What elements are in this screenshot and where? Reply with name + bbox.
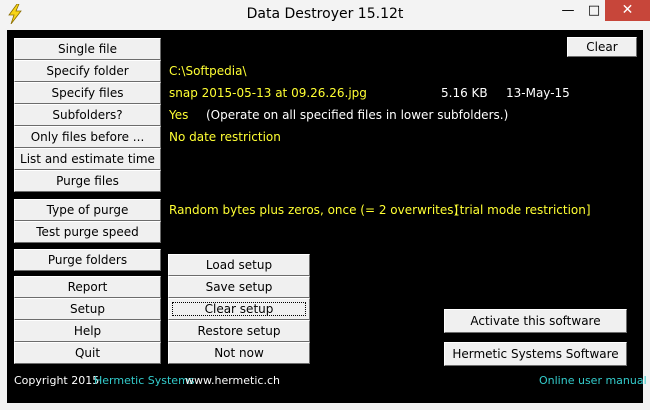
setup-label: Setup [70,302,105,316]
not-now-label: Not now [214,346,264,360]
close-button[interactable]: ✕ [605,0,650,21]
only-files-before-label: Only files before ... [30,130,145,144]
help-label: Help [73,324,102,338]
file-size: 5.16 KB [441,86,488,100]
file-date: 13-May-15 [506,86,570,100]
restore-setup-button[interactable]: Restore setup [168,320,310,342]
title-bar: Data Destroyer 15.12t — □ ✕ [0,0,650,30]
clear-setup-button[interactable]: Clear setup [168,298,310,320]
purge-type: Random bytes plus zeros, once (= 2 overw… [169,203,459,217]
not-now-button[interactable]: Not now [168,342,310,364]
specify-folder-button[interactable]: Specify folder [14,60,161,82]
activate-software-label: Activate this software [470,314,601,328]
copyright-text: Copyright 2015 [14,374,100,387]
minimize-button[interactable]: — [555,0,581,21]
maximize-button[interactable]: □ [581,0,607,21]
help-button[interactable]: Help [14,320,161,342]
single-file-label: Single file [58,42,117,56]
purge-files-label: Purge files [56,174,119,188]
save-setup-button[interactable]: Save setup [168,276,310,298]
specify-files-button[interactable]: Specify files [14,82,161,104]
load-setup-button[interactable]: Load setup [168,254,310,276]
subfolders-label: Subfolders? [52,108,123,122]
purge-folders-label: Purge folders [47,253,128,267]
subfolders-note: (Operate on all specified files in lower… [206,108,509,122]
single-file-button[interactable]: Single file [14,38,161,60]
window-title: Data Destroyer 15.12t [246,6,404,22]
clear-button[interactable]: Clear [567,37,637,57]
load-setup-label: Load setup [205,258,273,272]
test-purge-speed-label: Test purge speed [36,225,139,239]
setup-button[interactable]: Setup [14,298,161,320]
main-panel: Single file Specify folder Specify files… [7,30,647,403]
list-and-estimate-button[interactable]: List and estimate time [14,148,161,170]
test-purge-speed-button[interactable]: Test purge speed [14,221,161,243]
company-link[interactable]: Hermetic Systems [94,373,195,389]
list-and-estimate-label: List and estimate time [20,152,155,166]
report-button[interactable]: Report [14,276,161,298]
file-name: snap 2015-05-13 at 09.26.26.jpg [169,86,367,100]
hermetic-software-label: Hermetic Systems Software [452,347,619,361]
specify-folder-label: Specify folder [46,64,129,78]
only-files-before-button[interactable]: Only files before ... [14,126,161,148]
type-of-purge-label: Type of purge [46,203,129,217]
type-of-purge-button[interactable]: Type of purge [14,199,161,221]
quit-button[interactable]: Quit [14,342,161,364]
activate-software-button[interactable]: Activate this software [444,309,627,333]
save-setup-label: Save setup [205,280,273,294]
purge-files-button[interactable]: Purge files [14,170,161,192]
website-text: www.hermetic.ch [185,374,280,387]
clear-setup-label: Clear setup [169,299,309,319]
window-frame-right [643,30,650,410]
folder-path: C:\Softpedia\ [169,64,247,78]
trial-note: [trial mode restriction] [455,203,591,217]
window-frame-left [0,30,7,410]
date-restriction: No date restriction [169,130,281,144]
window-frame-bottom [0,403,650,410]
subfolders-button[interactable]: Subfolders? [14,104,161,126]
subfolders-value: Yes [169,108,189,122]
hermetic-software-button[interactable]: Hermetic Systems Software [444,342,627,366]
online-manual-link[interactable]: Online user manual [539,373,647,389]
specify-files-label: Specify files [51,86,124,100]
quit-label: Quit [74,346,101,360]
clear-label: Clear [586,40,618,54]
report-label: Report [67,280,108,294]
purge-folders-button[interactable]: Purge folders [14,249,161,271]
restore-setup-label: Restore setup [197,324,281,338]
